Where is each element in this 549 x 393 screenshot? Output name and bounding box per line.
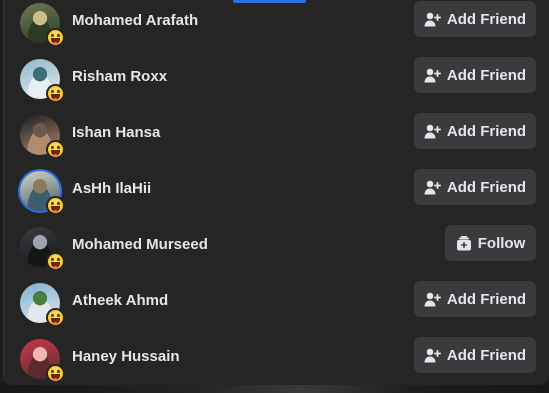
laughing-emoji-icon bbox=[46, 196, 65, 215]
add-friend-button[interactable]: Add Friend bbox=[414, 281, 536, 317]
button-label: Add Friend bbox=[446, 122, 527, 140]
add-friend-icon bbox=[424, 68, 441, 82]
follow-button[interactable]: Follow bbox=[445, 225, 536, 261]
laughing-emoji-icon bbox=[46, 28, 65, 47]
add-friend-button[interactable]: Add Friend bbox=[414, 169, 536, 205]
laughing-emoji-icon bbox=[46, 84, 65, 103]
suggestion-name[interactable]: Mohamed Murseed bbox=[72, 233, 208, 257]
add-friend-button[interactable]: Add Friend bbox=[414, 337, 536, 373]
button-label: Add Friend bbox=[446, 10, 527, 28]
friend-suggestions-panel: Mohamed Arafath Add Friend Risham Roxx Add … bbox=[3, 0, 549, 385]
button-label: Add Friend bbox=[446, 178, 527, 196]
list-item: Ishan Hansa Add Friend bbox=[4, 107, 549, 163]
button-label: Add Friend bbox=[446, 346, 527, 364]
list-item: Atheek Ahmd Add Friend bbox=[4, 275, 549, 331]
suggestion-name[interactable]: Ishan Hansa bbox=[72, 121, 160, 145]
list-item: AsHh IlaHii Add Friend bbox=[4, 163, 549, 219]
add-friend-button[interactable]: Add Friend bbox=[414, 57, 536, 93]
follow-icon bbox=[456, 235, 471, 250]
add-friend-icon bbox=[424, 292, 441, 306]
add-friend-icon bbox=[424, 348, 441, 362]
laughing-emoji-icon bbox=[46, 308, 65, 327]
add-friend-icon bbox=[424, 180, 441, 194]
button-label: Add Friend bbox=[446, 66, 527, 84]
suggestion-name[interactable]: Risham Roxx bbox=[72, 65, 167, 89]
suggestion-name[interactable]: Haney Hussain bbox=[72, 345, 180, 369]
button-label: Add Friend bbox=[446, 290, 527, 308]
add-friend-icon bbox=[424, 12, 441, 26]
laughing-emoji-icon bbox=[46, 140, 65, 159]
add-friend-button[interactable]: Add Friend bbox=[414, 1, 536, 37]
add-friend-button[interactable]: Add Friend bbox=[414, 113, 536, 149]
list-item: Haney Hussain Add Friend bbox=[4, 331, 549, 385]
laughing-emoji-icon bbox=[46, 364, 65, 383]
suggestion-name[interactable]: Mohamed Arafath bbox=[72, 9, 198, 33]
add-friend-icon bbox=[424, 124, 441, 138]
suggestion-name[interactable]: AsHh IlaHii bbox=[72, 177, 151, 201]
list-item: Mohamed Murseed Follow bbox=[4, 219, 549, 275]
list-item: Risham Roxx Add Friend bbox=[4, 51, 549, 107]
button-label: Follow bbox=[477, 234, 526, 252]
suggestion-name[interactable]: Atheek Ahmd bbox=[72, 289, 168, 313]
list-item: Mohamed Arafath Add Friend bbox=[4, 0, 549, 51]
laughing-emoji-icon bbox=[46, 252, 65, 271]
